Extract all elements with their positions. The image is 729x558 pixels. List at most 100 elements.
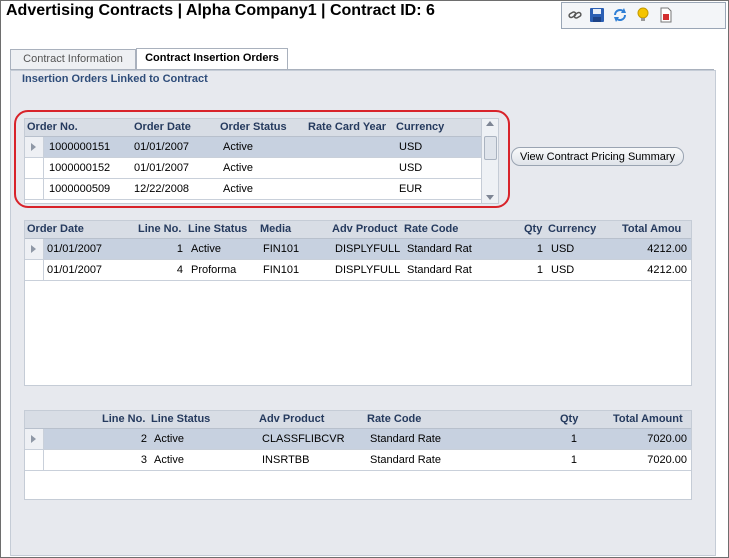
order-status-cell: Active [223, 183, 253, 195]
media-cell: FIN101 [263, 264, 300, 276]
refresh-icon[interactable] [612, 7, 628, 23]
adv-product-cell: DISPLYFULL [335, 264, 401, 276]
order-date-cell: 12/22/2008 [134, 183, 190, 195]
order-date-cell: 01/01/2007 [47, 264, 103, 276]
lines-grid-header: Order Date Line No. Line Status Media Ad… [25, 221, 691, 239]
col-total-amount[interactable]: Total Amou [622, 223, 681, 235]
col-rate-code[interactable]: Rate Code [404, 223, 458, 235]
total-amount-cell: 4212.00 [647, 243, 687, 255]
row-selector[interactable] [25, 239, 44, 259]
adv-product-cell: INSRTBB [262, 454, 310, 466]
col-qty[interactable]: Qty [560, 413, 578, 425]
row-selector[interactable] [25, 158, 44, 178]
col-line-no[interactable]: Line No. [102, 413, 145, 425]
col-order-date[interactable]: Order Date [27, 223, 84, 235]
qty-cell: 1 [536, 264, 543, 276]
col-qty[interactable]: Qty [524, 223, 542, 235]
orders-grid-header: Order No. Order Date Order Status Rate C… [25, 119, 482, 137]
line-status-cell: Active [191, 243, 221, 255]
col-line-no[interactable]: Line No. [138, 223, 181, 235]
line-no-cell: 3 [140, 454, 147, 466]
col-line-status[interactable]: Line Status [151, 413, 210, 425]
row-selector[interactable] [25, 137, 44, 157]
total-amount-cell: 7020.00 [647, 454, 687, 466]
order-no-cell: 1000000509 [49, 183, 111, 195]
tab-contract-information[interactable]: Contract Information [10, 49, 136, 69]
col-line-status[interactable]: Line Status [188, 223, 247, 235]
orders-grid-scrollbar[interactable] [481, 119, 498, 203]
col-total-amount[interactable]: Total Amount [613, 413, 683, 425]
detail-grid-header: Line No. Line Status Adv Product Rate Co… [25, 411, 691, 429]
line-no-cell: 4 [176, 264, 183, 276]
row-selector[interactable] [25, 179, 44, 199]
col-media[interactable]: Media [260, 223, 291, 235]
qty-cell: 1 [570, 433, 577, 445]
line-no-cell: 2 [140, 433, 147, 445]
row-selector[interactable] [25, 429, 44, 449]
detail-grid: Line No. Line Status Adv Product Rate Co… [24, 410, 692, 500]
save-icon[interactable] [589, 7, 605, 23]
table-row[interactable]: 2 Active CLASSFLIBCVR Standard Rate 1 70… [25, 429, 691, 450]
table-row[interactable]: 1000000151 01/01/2007 Active USD [25, 137, 482, 158]
rate-code-cell: Standard Rat [407, 243, 472, 255]
adv-product-cell: DISPLYFULL [335, 243, 401, 255]
col-adv-product[interactable]: Adv Product [332, 223, 397, 235]
table-row[interactable]: 01/01/2007 1 Active FIN101 DISPLYFULL St… [25, 239, 691, 260]
order-date-cell: 01/01/2007 [134, 141, 190, 153]
currency-cell: USD [551, 264, 575, 276]
scroll-up-icon[interactable] [486, 121, 494, 126]
col-order-date[interactable]: Order Date [134, 121, 191, 133]
line-status-cell: Proforma [191, 264, 237, 276]
toolbar [561, 2, 726, 29]
table-row[interactable]: 3 Active INSRTBB Standard Rate 1 7020.00 [25, 450, 691, 471]
total-amount-cell: 4212.00 [647, 264, 687, 276]
line-no-cell: 1 [176, 243, 183, 255]
rate-code-cell: Standard Rate [370, 433, 441, 445]
currency-cell: USD [399, 141, 423, 153]
media-cell: FIN101 [263, 243, 300, 255]
orders-grid: Order No. Order Date Order Status Rate C… [24, 118, 499, 204]
page-title: Advertising Contracts | Alpha Company1 |… [6, 2, 435, 19]
qty-cell: 1 [570, 454, 577, 466]
table-row[interactable]: 1000000152 01/01/2007 Active USD [25, 158, 482, 179]
row-selector[interactable] [25, 260, 44, 280]
col-currency[interactable]: Currency [396, 121, 444, 133]
section-label: Insertion Orders Linked to Contract [20, 73, 210, 85]
scroll-thumb[interactable] [484, 136, 497, 160]
rate-code-cell: Standard Rate [370, 454, 441, 466]
currency-cell: USD [399, 162, 423, 174]
order-date-cell: 01/01/2007 [47, 243, 103, 255]
col-adv-product[interactable]: Adv Product [259, 413, 324, 425]
lightbulb-icon[interactable] [635, 7, 651, 23]
qty-cell: 1 [536, 243, 543, 255]
line-status-cell: Active [154, 454, 184, 466]
row-selector[interactable] [25, 450, 44, 470]
lines-grid: Order Date Line No. Line Status Media Ad… [24, 220, 692, 386]
adv-product-cell: CLASSFLIBCVR [262, 433, 345, 445]
table-row[interactable]: 1000000509 12/22/2008 Active EUR [25, 179, 482, 200]
link-icon[interactable] [567, 7, 583, 23]
total-amount-cell: 7020.00 [647, 433, 687, 445]
view-pricing-summary-button[interactable]: View Contract Pricing Summary [511, 147, 684, 166]
order-status-cell: Active [223, 141, 253, 153]
line-status-cell: Active [154, 433, 184, 445]
col-rate-card-year[interactable]: Rate Card Year [308, 121, 386, 133]
order-status-cell: Active [223, 162, 253, 174]
order-date-cell: 01/01/2007 [134, 162, 190, 174]
report-icon[interactable] [658, 7, 674, 23]
tab-contract-insertion-orders[interactable]: Contract Insertion Orders [136, 48, 288, 69]
col-order-status[interactable]: Order Status [220, 121, 287, 133]
row-indicator-icon [31, 245, 36, 253]
rate-code-cell: Standard Rat [407, 264, 472, 276]
scroll-down-icon[interactable] [486, 195, 494, 200]
order-no-cell: 1000000151 [49, 141, 111, 153]
currency-cell: USD [551, 243, 575, 255]
col-rate-code[interactable]: Rate Code [367, 413, 421, 425]
table-row[interactable]: 01/01/2007 4 Proforma FIN101 DISPLYFULL … [25, 260, 691, 281]
row-indicator-icon [31, 435, 36, 443]
currency-cell: EUR [399, 183, 423, 195]
row-indicator-icon [31, 143, 36, 151]
order-no-cell: 1000000152 [49, 162, 111, 174]
col-currency[interactable]: Currency [548, 223, 596, 235]
col-order-no[interactable]: Order No. [27, 121, 78, 133]
